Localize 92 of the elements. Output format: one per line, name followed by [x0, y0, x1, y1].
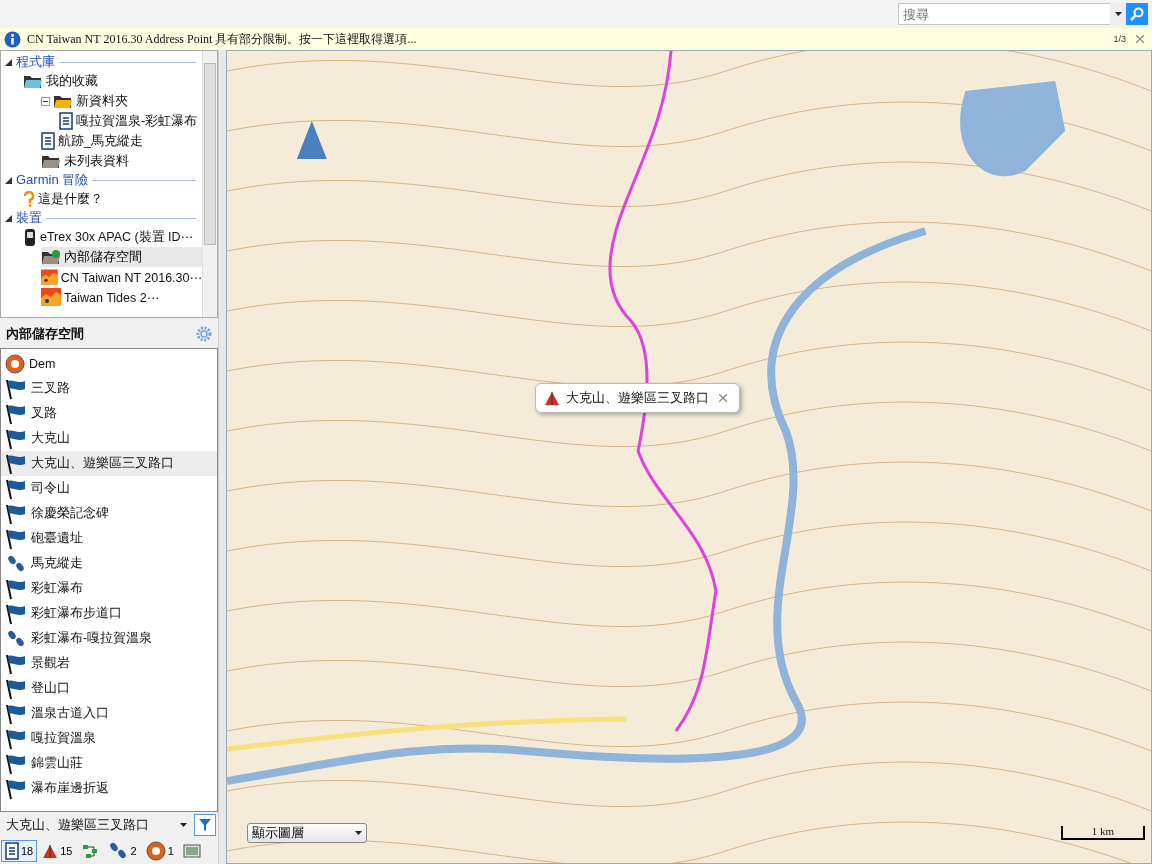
scrollbar[interactable]: [202, 51, 217, 317]
map-icon: [41, 268, 58, 286]
info-icon: [4, 30, 21, 48]
search-icon: [1130, 7, 1144, 21]
flag-icon: [5, 577, 27, 600]
flag-icon: [5, 652, 27, 675]
folder-icon: [53, 93, 73, 109]
list-item[interactable]: 徐慶榮記念碑: [1, 501, 217, 526]
search-field[interactable]: 搜尋: [898, 3, 1110, 25]
list-item[interactable]: 錦雲山莊: [1, 751, 217, 776]
collapse-triangle-icon[interactable]: [5, 214, 12, 222]
tree-item[interactable]: eTrex 30x APAC (裝置 ID⋯: [23, 227, 202, 247]
tree-item[interactable]: Taiwan Tides 2⋯: [41, 287, 202, 307]
section-title: Garmin 冒險: [16, 171, 89, 189]
dem-icon: [5, 353, 25, 374]
caret-icon: [1114, 12, 1122, 16]
flag-icon: [5, 427, 27, 450]
flag-icon: [5, 402, 27, 425]
dropdown-button[interactable]: [1110, 3, 1126, 25]
section-title: 裝置: [16, 209, 42, 227]
flag-icon: [5, 477, 27, 500]
filter-tab[interactable]: 1: [141, 840, 178, 862]
list-item[interactable]: 景觀岩: [1, 651, 217, 676]
tent-icon: [544, 390, 560, 406]
list-item[interactable]: 大克山、遊樂區三叉路口: [1, 451, 217, 476]
filter-tab[interactable]: 15: [38, 840, 77, 862]
footprints-icon: [5, 553, 27, 574]
info-message[interactable]: CN Taiwan NT 2016.30 Address Point 具有部分限制。按一下這裡取得選項...: [27, 30, 1108, 48]
list-item[interactable]: 瀑布崖邊折返: [1, 776, 217, 801]
filter-icon: [198, 818, 212, 832]
flag-icon: [5, 452, 27, 475]
list-item[interactable]: 彩虹瀑布-嘎拉賀溫泉: [1, 626, 217, 651]
flag-icon: [5, 727, 27, 750]
flag-icon: [5, 702, 27, 725]
settings-icon[interactable]: [196, 326, 212, 342]
page-counter: 1/3: [1113, 34, 1126, 44]
document-icon: [41, 132, 55, 150]
dem-icon: [145, 841, 166, 861]
flag-icon: [5, 777, 27, 800]
list-item[interactable]: 登山口: [1, 676, 217, 701]
filter-button[interactable]: [194, 814, 216, 836]
map-icon: [41, 288, 61, 306]
flag-icon: [5, 677, 27, 700]
list-item[interactable]: 彩虹瀑布步道口: [1, 601, 217, 626]
layer-dropdown[interactable]: 顯示圖層: [247, 823, 367, 843]
tree-item[interactable]: 這是什麼？: [23, 189, 202, 209]
collapse-triangle-icon[interactable]: [5, 58, 12, 66]
folder-icon: [41, 153, 61, 169]
list-item[interactable]: 溫泉古道入口: [1, 701, 217, 726]
tree-item[interactable]: 航跡_馬克縱走: [41, 131, 202, 151]
list-item[interactable]: 司令山: [1, 476, 217, 501]
question-mark-icon: [23, 191, 35, 207]
list-item[interactable]: 砲臺遺址: [1, 526, 217, 551]
section-title: 程式庫: [16, 53, 55, 71]
route-icon: [81, 843, 98, 859]
gps-device-icon: [23, 227, 37, 247]
close-icon: [719, 394, 727, 402]
filter-tab[interactable]: 2: [102, 840, 141, 862]
flag-icon: [5, 752, 27, 775]
collapse-triangle-icon[interactable]: [5, 176, 12, 184]
footprints-icon: [5, 628, 27, 649]
collapse-toggle-icon[interactable]: [41, 96, 50, 106]
tent-icon: [42, 843, 59, 859]
flag-icon: [5, 527, 27, 550]
popup-title: 大克山、遊樂區三叉路口: [566, 389, 709, 407]
list-item[interactable]: 大克山: [1, 426, 217, 451]
tree-item[interactable]: 嘎拉賀溫泉-彩虹瀑布: [59, 111, 202, 131]
list-item[interactable]: 彩虹瀑布: [1, 576, 217, 601]
caret-icon: [355, 831, 362, 835]
list-item[interactable]: 嘎拉賀溫泉: [1, 726, 217, 751]
tree-item[interactable]: 未列表資料: [41, 151, 202, 171]
caret-icon: [180, 823, 187, 827]
document-icon: [59, 112, 73, 130]
folder-icon: [23, 73, 43, 89]
tree-item[interactable]: 內部儲存空間: [41, 247, 202, 267]
list-item[interactable]: 馬克縱走: [1, 551, 217, 576]
close-icon: [1136, 35, 1144, 43]
list-item[interactable]: Dem: [1, 351, 217, 376]
flag-icon: [5, 502, 27, 525]
tree-item[interactable]: 新資料夾: [41, 91, 202, 111]
panel-title: 內部儲存空間: [6, 325, 84, 343]
photo-icon: [182, 843, 201, 859]
flag-icon: [5, 602, 27, 625]
folder-icon: [41, 249, 61, 265]
list-item[interactable]: 叉路: [1, 401, 217, 426]
document-icon: [5, 842, 19, 860]
filter-tab[interactable]: 18: [1, 840, 38, 862]
tree-item[interactable]: CN Taiwan NT 2016.30⋯: [41, 267, 202, 287]
scale-label: 1 km: [1091, 826, 1115, 837]
list-item[interactable]: 三叉路: [1, 376, 217, 401]
flag-icon: [5, 377, 27, 400]
tree-item[interactable]: 我的收藏: [23, 71, 202, 91]
